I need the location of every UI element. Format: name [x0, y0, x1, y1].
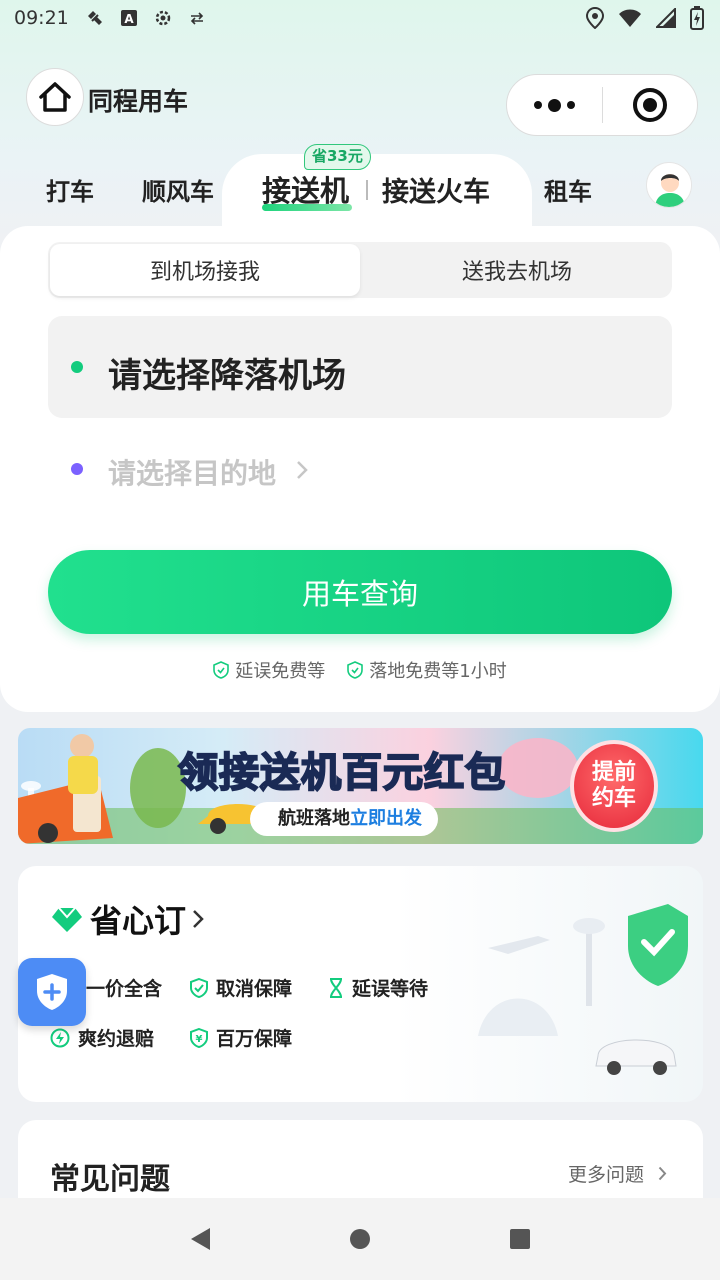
- signal-icon: [654, 6, 676, 33]
- close-miniprogram-button[interactable]: [603, 75, 697, 135]
- guarantee-label: 延误免费等: [235, 661, 326, 682]
- active-tab-indicator: [262, 204, 352, 211]
- chevron-right-icon: [193, 910, 204, 928]
- direction-segment: 到机场接我 送我去机场: [48, 242, 672, 298]
- hourglass-icon: [330, 977, 342, 998]
- cta-line2: 约车: [591, 786, 636, 811]
- cta-line1: 提前: [591, 760, 636, 785]
- chevron-right-icon: [297, 461, 308, 479]
- feature-cancel-protection: 取消保障: [190, 974, 292, 1001]
- faq-title: 常见问题: [50, 1162, 170, 1197]
- discount-badge: 省33元: [304, 144, 371, 170]
- shield-check-icon: [347, 661, 364, 679]
- system-navigation-bar: [0, 1198, 720, 1280]
- feature-delay-waiting: 延误等待: [328, 974, 428, 1001]
- search-car-button[interactable]: 用车查询: [48, 550, 672, 634]
- feature-label: 延误等待: [352, 978, 429, 1000]
- home-circle-icon[interactable]: [348, 1227, 372, 1251]
- guarantee-item: 落地免费等1小时: [347, 656, 507, 684]
- worry-free-title[interactable]: 省心订: [50, 896, 204, 942]
- segment-dropoff-to-airport[interactable]: 送我去机场: [362, 242, 672, 298]
- home-icon: [39, 82, 71, 112]
- tab-carpool[interactable]: 顺风车: [142, 172, 214, 207]
- feature-label: 一价全含: [86, 978, 163, 1000]
- settings-gear-icon: [153, 8, 173, 28]
- feature-label: 取消保障: [216, 978, 293, 1000]
- guarantee-label: 落地免费等1小时: [369, 661, 507, 682]
- guarantee-item: 延误免费等: [213, 656, 325, 684]
- more-options-button[interactable]: [507, 75, 602, 135]
- feature-label: 爽约退赔: [78, 1028, 155, 1050]
- shield-check-icon: [213, 661, 230, 679]
- faq-more-label: 更多问题: [567, 1164, 644, 1186]
- lightning-circle-icon: [50, 1028, 70, 1047]
- app-title: 同程用车: [88, 87, 189, 116]
- tab-separator: [366, 180, 368, 200]
- tab-train-transfer[interactable]: 接送火车: [382, 170, 490, 209]
- tab-car-rental[interactable]: 租车: [544, 172, 592, 207]
- banner-subtitle: 航班落地立即出发: [250, 802, 438, 836]
- origin-dot: [71, 361, 83, 373]
- svg-text:A: A: [124, 12, 134, 26]
- satellite-icon: [85, 8, 105, 28]
- location-icon: [585, 6, 605, 34]
- guarantee-list: 延误免费等 落地免费等1小时: [0, 656, 720, 684]
- destination-select-field[interactable]: 请选择目的地: [48, 440, 672, 500]
- wifi-icon: [618, 8, 642, 33]
- banner-subtitle-part2: 立即出发: [350, 808, 422, 829]
- home-button[interactable]: [26, 68, 84, 126]
- book-ahead-button[interactable]: 提前 约车: [570, 740, 658, 832]
- banner-title: 领接送机百元红包: [177, 740, 506, 798]
- faq-more-link[interactable]: 更多问题: [568, 1160, 667, 1187]
- back-triangle-icon[interactable]: [188, 1226, 212, 1252]
- yuan-shield-icon: ¥: [190, 1027, 208, 1048]
- banner-title-part1: 领接送机: [177, 749, 342, 797]
- feature-label: 百万保障: [216, 1028, 293, 1050]
- app-a-icon: A: [119, 8, 139, 28]
- chevron-right-icon: [658, 1166, 667, 1181]
- tab-taxi[interactable]: 打车: [46, 172, 94, 207]
- heart-diamond-icon: [52, 907, 82, 932]
- feature-all-inclusive: 一价全含: [86, 974, 162, 1001]
- service-tabs: 打车 顺风车 接送机 省33元 接送火车 租车: [0, 144, 720, 234]
- worry-free-title-text: 省心订: [90, 902, 187, 940]
- miniprogram-capsule: [506, 74, 698, 136]
- battery-icon: [690, 6, 704, 35]
- app-header: 同程用车: [0, 64, 720, 136]
- segment-pickup-from-airport[interactable]: 到机场接我: [50, 244, 360, 296]
- promo-banner[interactable]: 领接送机百元红包 航班落地立即出发 提前 约车: [18, 728, 703, 844]
- shield-plus-icon: [37, 974, 67, 1010]
- destination-placeholder: 请选择目的地: [108, 457, 277, 490]
- destination-dot: [71, 463, 83, 475]
- status-time: 09:21: [14, 7, 69, 29]
- floating-safety-button[interactable]: [18, 958, 86, 1026]
- shield-check-icon: [190, 977, 208, 998]
- worry-free-card[interactable]: 省心订 一价全含 取消保障 延误等待 爽约退赔 ¥ 百万保障: [18, 866, 703, 1102]
- airport-illustration: [478, 904, 688, 1075]
- feature-noshow-compensation: 爽约退赔: [50, 1024, 154, 1051]
- recents-square-icon[interactable]: [508, 1227, 532, 1251]
- airport-placeholder: 请选择降落机场: [108, 356, 346, 396]
- airport-select-field[interactable]: 请选择降落机场: [48, 316, 672, 418]
- banner-title-part2: 百元红包: [341, 749, 506, 797]
- target-icon: [632, 88, 667, 122]
- feature-million-insurance: ¥ 百万保障: [190, 1024, 292, 1051]
- banner-subtitle-part1: 航班落地: [278, 808, 350, 829]
- data-transfer-icon: [187, 8, 207, 28]
- booking-card: 到机场接我 送我去机场 请选择降落机场 请选择目的地 用车查询 延误免费等 落地…: [0, 226, 720, 712]
- status-bar: 09:21 A: [0, 0, 720, 36]
- svg-text:¥: ¥: [196, 1034, 203, 1045]
- user-avatar[interactable]: [646, 162, 692, 208]
- faq-card: 常见问题 更多问题: [18, 1120, 703, 1210]
